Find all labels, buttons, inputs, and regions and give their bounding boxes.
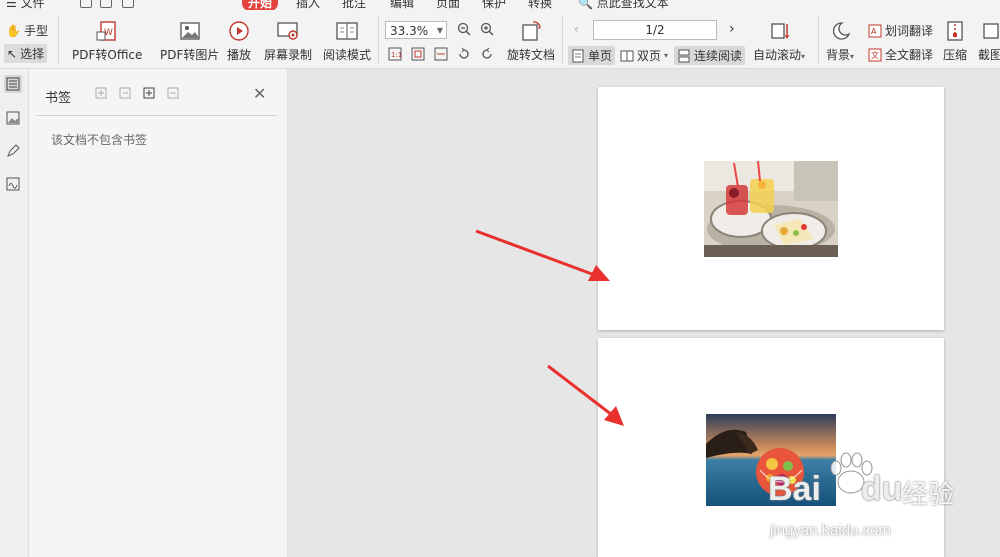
double-page-button[interactable]: 双页 ▾ bbox=[620, 47, 668, 64]
menubar: ☰ 文件 开始 插入 批注 编辑 页面 保护 转换 🔍 点此查找文本 bbox=[0, 0, 1000, 10]
side-icon-rail bbox=[0, 69, 29, 557]
baidu-watermark: Bai du 经验 jingyan.baidu.com bbox=[768, 452, 998, 552]
fit-page-icon[interactable] bbox=[411, 47, 425, 61]
divider bbox=[37, 115, 277, 116]
screen-record-button[interactable]: 屏幕录制 bbox=[264, 20, 312, 63]
actual-size-icon[interactable]: 1:1 bbox=[388, 47, 402, 61]
print-icon[interactable] bbox=[122, 0, 134, 8]
hand-tool-button[interactable]: ✋ 手型 bbox=[6, 22, 48, 39]
new-bookmark-icon[interactable] bbox=[143, 87, 155, 99]
select-tool-button[interactable]: ↖ 选择 bbox=[4, 44, 48, 63]
full-translate-button[interactable]: 文 全文翻译 bbox=[868, 46, 933, 63]
rotate-doc-icon bbox=[519, 20, 543, 42]
add-child-bookmark-icon[interactable] bbox=[119, 87, 131, 99]
screen-record-icon bbox=[276, 20, 300, 42]
word-translate-button[interactable]: A 划词翻译 bbox=[868, 22, 933, 39]
menu-annotate[interactable]: 批注 bbox=[342, 0, 366, 10]
delete-bookmark-icon[interactable] bbox=[167, 87, 179, 99]
hand-icon: ✋ bbox=[6, 23, 21, 38]
empty-bookmarks-message: 该文档不包含书签 bbox=[51, 133, 148, 147]
red-arrow-1 bbox=[475, 229, 610, 281]
pdf-to-office-button[interactable]: W PDF转Office bbox=[72, 20, 142, 63]
thumbnail-icon[interactable] bbox=[4, 109, 22, 127]
panel-title: 书签 bbox=[45, 91, 72, 106]
menu-protect[interactable]: 保护 bbox=[482, 0, 506, 10]
play-icon bbox=[227, 20, 251, 42]
drinks-photo bbox=[704, 161, 838, 257]
play-button[interactable]: 播放 bbox=[227, 20, 251, 63]
close-icon[interactable]: ✕ bbox=[253, 84, 266, 103]
bookmark-panel: 书签 ✕ 该文档不包含书签 bbox=[29, 69, 288, 557]
menu-file[interactable]: ☰ 文件 bbox=[6, 0, 45, 10]
reading-mode-button[interactable]: 阅读模式 bbox=[323, 20, 371, 63]
rotate-doc-button[interactable]: 旋转文档 bbox=[507, 20, 555, 63]
menu-edit[interactable]: 编辑 bbox=[390, 0, 414, 10]
search-box[interactable]: 🔍 点此查找文本 bbox=[578, 0, 669, 10]
image-icon bbox=[178, 20, 202, 42]
chevron-down-icon: ▼ bbox=[436, 26, 443, 35]
zoom-in-icon[interactable] bbox=[480, 22, 494, 36]
svg-text:A: A bbox=[871, 27, 877, 36]
signature-icon[interactable] bbox=[4, 175, 22, 193]
pdf-to-office-icon: W bbox=[95, 20, 119, 42]
fit-width-icon[interactable] bbox=[434, 47, 448, 61]
prev-page-icon[interactable]: ‹ bbox=[574, 22, 579, 36]
cursor-icon: ↖ bbox=[7, 46, 18, 61]
add-bookmark-icon[interactable] bbox=[95, 87, 107, 99]
ribbon-toolbar: ✋ 手型 ↖ 选择 W PDF转Office PDF转图片 播放 屏幕录制 阅读模式 bbox=[0, 10, 1000, 69]
save-icon[interactable] bbox=[80, 0, 92, 8]
single-page-button[interactable]: 单页 bbox=[568, 46, 616, 65]
moon-icon bbox=[828, 20, 852, 42]
continuous-read-button[interactable]: 连续阅读 bbox=[674, 46, 746, 65]
svg-text:文: 文 bbox=[871, 50, 879, 60]
pdf-to-image-button[interactable]: PDF转图片 bbox=[160, 20, 219, 63]
screenshot-icon bbox=[978, 20, 1000, 42]
svg-text:1:1: 1:1 bbox=[391, 51, 402, 59]
screenshot-button[interactable]: 截图 bbox=[978, 20, 1000, 63]
next-page-icon[interactable]: › bbox=[729, 21, 735, 37]
rotate-left-icon[interactable] bbox=[457, 47, 471, 61]
document-page-1[interactable] bbox=[598, 87, 944, 330]
background-button[interactable]: 背景▾ bbox=[826, 20, 854, 63]
page-number-input[interactable]: 1/2 bbox=[593, 20, 717, 40]
open-icon[interactable] bbox=[100, 0, 112, 8]
bookmark-panel-icon[interactable] bbox=[4, 75, 22, 93]
auto-scroll-button[interactable]: 自动滚动▾ bbox=[753, 20, 805, 63]
auto-scroll-icon bbox=[767, 20, 791, 42]
rotate-right-icon[interactable] bbox=[480, 47, 494, 61]
menu-convert[interactable]: 转换 bbox=[528, 0, 552, 10]
zoom-out-icon[interactable] bbox=[457, 22, 471, 36]
menu-insert[interactable]: 插入 bbox=[296, 0, 320, 10]
book-icon bbox=[335, 20, 359, 42]
menu-start[interactable]: 开始 bbox=[242, 0, 279, 10]
zoom-select[interactable]: 33.3% ▼ bbox=[385, 21, 447, 39]
compress-button[interactable]: 压缩 bbox=[943, 20, 967, 63]
annotation-icon[interactable] bbox=[4, 142, 22, 160]
compress-icon bbox=[943, 20, 967, 42]
menu-page[interactable]: 页面 bbox=[436, 0, 460, 10]
red-arrow-2 bbox=[547, 364, 624, 426]
